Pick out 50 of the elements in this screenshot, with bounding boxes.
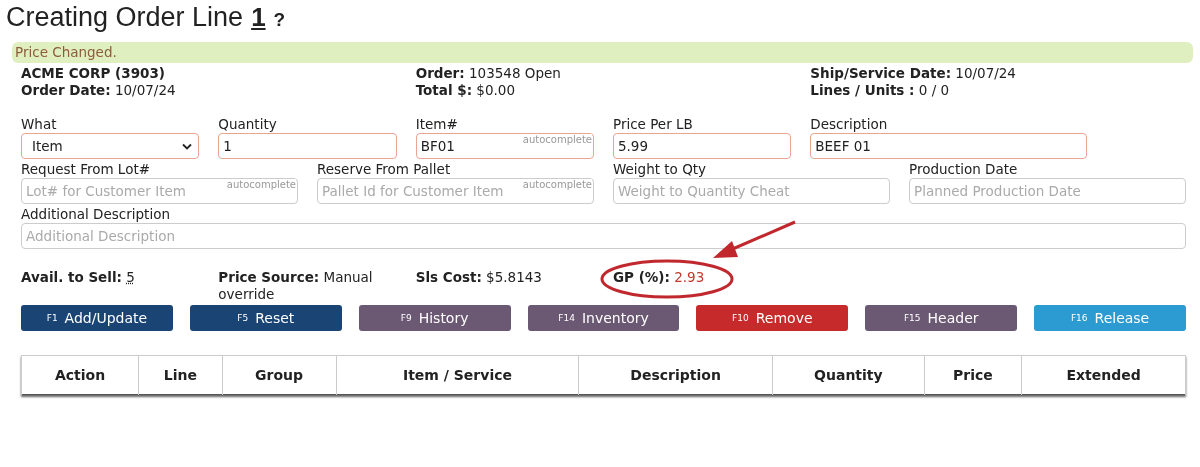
field-label: Description (810, 116, 889, 132)
column-header: Quantity (772, 355, 925, 395)
select-field[interactable]: Item (21, 133, 200, 159)
field-label: What (21, 116, 58, 132)
field-label: Price Per LB (613, 116, 694, 132)
input-field[interactable]: Weight to Quantity Cheat (613, 178, 890, 204)
field-label: Quantity (218, 116, 278, 132)
stat-text: Sls Cost: $5.8143 (415, 269, 542, 285)
autocomplete-hint: autocomplete (522, 179, 592, 190)
field-label: Reserve From Pallet (317, 161, 452, 177)
field-label: Request From Lot# (21, 161, 151, 177)
autocomplete-hint: autocomplete (226, 179, 296, 190)
stat-text: Avail. to Sell: (21, 269, 123, 285)
column-header: Action (21, 355, 139, 395)
action-button[interactable]: F1 Add/Update (21, 305, 173, 331)
stat-text: Price Source: Manual override (218, 269, 373, 302)
info-text: ACME CORP (3903) (21, 65, 166, 82)
stock-link[interactable]: 5 (126, 269, 135, 285)
input-field[interactable]: 1 (218, 133, 397, 159)
page-title: Creating Order Line (6, 2, 244, 33)
action-button[interactable]: F10 Remove (696, 305, 849, 331)
field-label: Production Date (909, 161, 1019, 177)
action-button[interactable]: F14 Inventory (527, 305, 680, 331)
field-label: Item# (415, 116, 459, 132)
autocomplete-hint: autocomplete (522, 134, 592, 145)
action-button[interactable]: F15 Header (865, 305, 1018, 331)
action-button[interactable]: F9 History (358, 305, 511, 331)
info-text: Order Date: 10/07/24 (21, 82, 177, 99)
column-header: Line (138, 355, 222, 395)
input-field[interactable]: BEEF 01 (810, 133, 1088, 159)
input-field[interactable]: Planned Production Date (909, 178, 1186, 204)
stat-text: GP (%): 2.93 (613, 269, 705, 285)
info-text: Ship/Service Date: 10/07/24 (810, 65, 1017, 82)
line-number: 1 (251, 2, 266, 33)
field-label: Additional Description (21, 206, 171, 222)
input-field[interactable]: 5.99 (613, 133, 792, 159)
column-header: Extended (1021, 355, 1186, 395)
help-link[interactable]: ? (273, 9, 286, 31)
info-text: Order: 103548 Open (415, 65, 562, 82)
column-header: Description (578, 355, 773, 395)
input-field[interactable]: Additional Description (21, 223, 1186, 249)
info-text: Total $: $0.00 (415, 82, 516, 99)
column-header: Group (222, 355, 337, 395)
action-button[interactable]: F5 Reset (189, 305, 342, 331)
chevron-down-icon (182, 142, 193, 150)
alert-message: Price Changed. (12, 42, 1193, 63)
field-label: Weight to Qty (613, 161, 708, 177)
column-header: Price (924, 355, 1022, 395)
column-header: Item / Service (336, 355, 579, 395)
info-text: Lines / Units : 0 / 0 (810, 82, 951, 99)
